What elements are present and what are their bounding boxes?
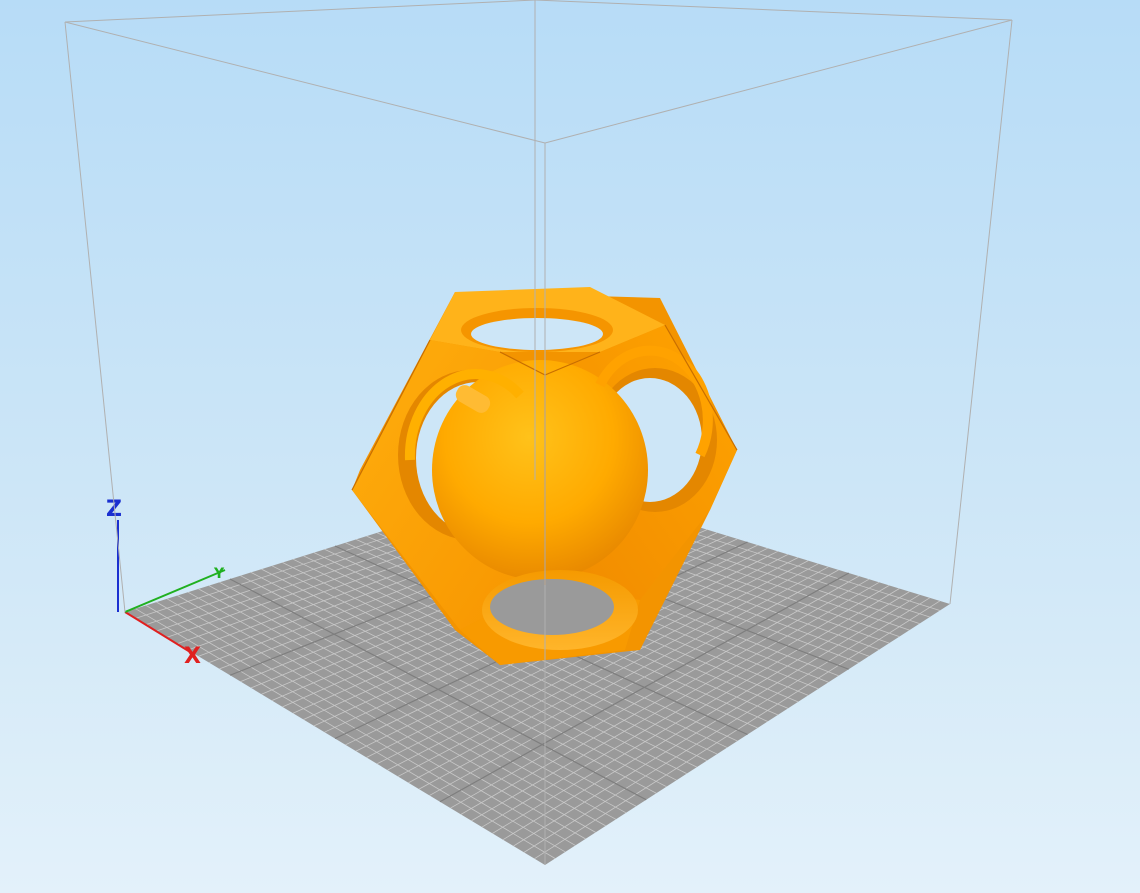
y-axis-label: Y xyxy=(213,566,225,582)
scene-canvas[interactable]: X Y Z xyxy=(0,0,1140,893)
x-axis-label: X xyxy=(184,644,201,669)
build-volume-back-edges xyxy=(64,0,1013,23)
3d-viewport[interactable]: X Y Z xyxy=(0,0,1140,893)
